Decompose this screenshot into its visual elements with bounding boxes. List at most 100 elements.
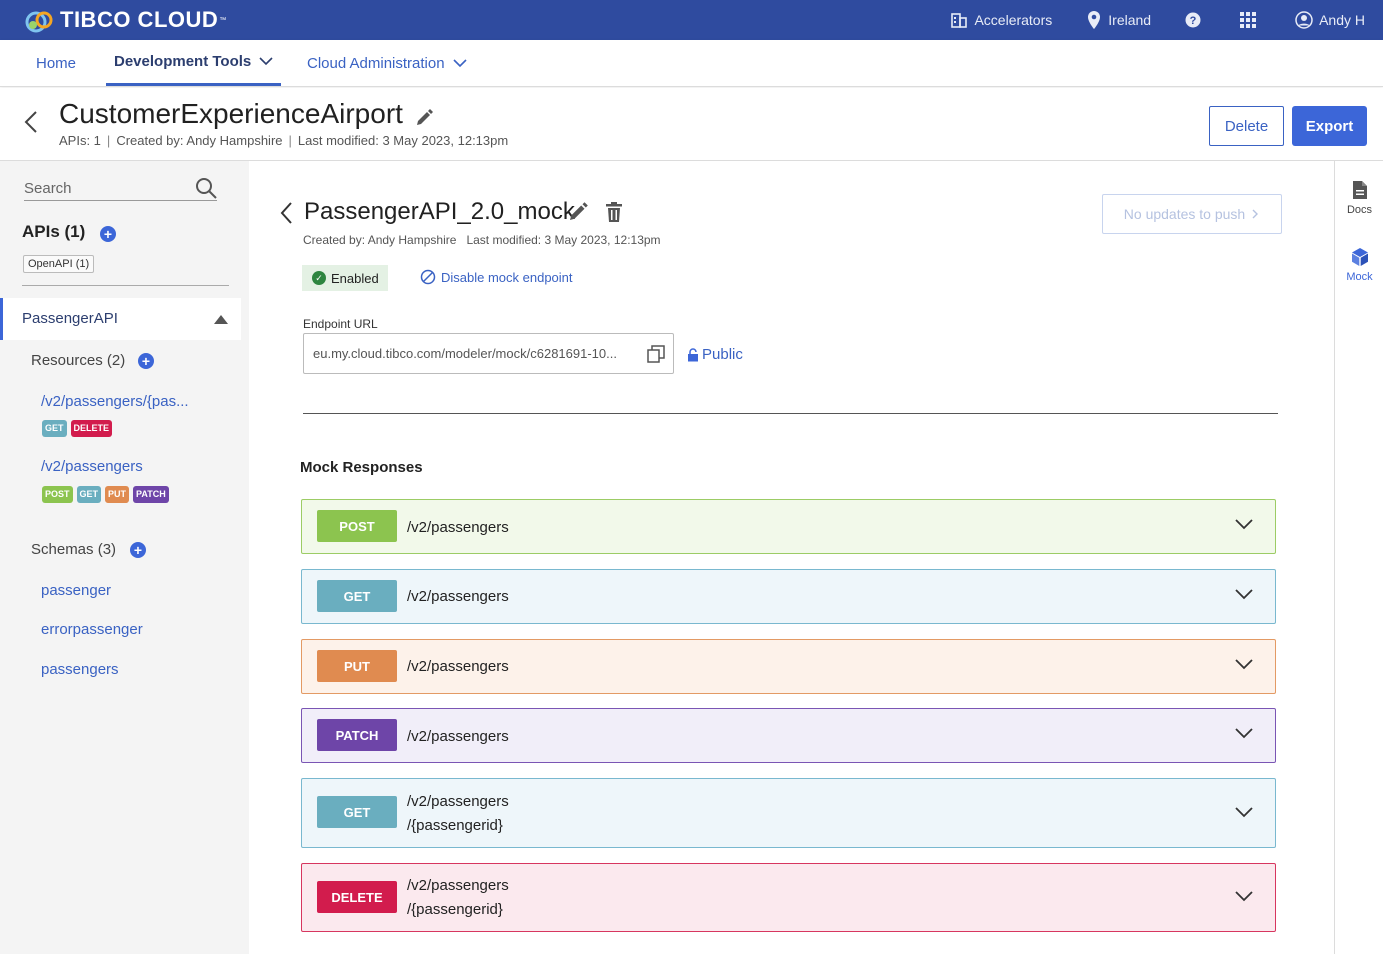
copy-icon[interactable] [647, 345, 665, 363]
response-path: /v2/passengers [407, 658, 509, 675]
endpoint-url-field[interactable]: eu.my.cloud.tibco.com/modeler/mock/c6281… [303, 333, 674, 374]
accelerators-link[interactable]: Accelerators [950, 11, 1052, 29]
push-updates-button[interactable]: No updates to push [1102, 194, 1282, 234]
collapse-caret-icon[interactable] [214, 315, 228, 324]
apis-count: APIs: 1 [59, 133, 101, 148]
pencil-icon[interactable] [414, 108, 434, 128]
plus-icon: + [133, 542, 143, 558]
method-badge-get: GET [317, 580, 397, 612]
disable-mock-endpoint-link[interactable]: Disable mock endpoint [420, 269, 573, 285]
disable-mock-endpoint-label: Disable mock endpoint [441, 269, 573, 285]
nav-cloud-administration[interactable]: Cloud Administration [307, 40, 467, 86]
section-divider [303, 413, 1278, 414]
schema-link[interactable]: passengers [41, 661, 119, 678]
app-launcher-button[interactable] [1239, 11, 1263, 29]
push-updates-label: No updates to push [1123, 206, 1246, 222]
building-icon [951, 13, 968, 28]
mock-response-row[interactable]: GET /v2/passengers /{passengerid} [301, 778, 1276, 848]
nav-development-tools[interactable]: Development Tools [106, 40, 282, 86]
nav-development-tools-label: Development Tools [114, 53, 252, 70]
schema-link[interactable]: passenger [41, 582, 111, 599]
accelerators-label: Accelerators [974, 12, 1053, 28]
chevron-down-icon[interactable] [1235, 589, 1253, 600]
user-avatar-icon [1295, 11, 1313, 29]
apis-heading: APIs (1) [22, 222, 86, 241]
method-badge-patch: PATCH [317, 719, 397, 751]
trash-icon[interactable] [605, 201, 623, 223]
rail-mock-label: Mock [1346, 271, 1373, 283]
top-bar: TIBCO CLOUD ™ Accelerators Ireland ? And… [0, 0, 1383, 40]
user-name: Andy H [1319, 12, 1365, 28]
svg-text:?: ? [1190, 15, 1197, 27]
region-selector[interactable]: Ireland [1086, 10, 1151, 30]
response-path-param: /{passengerid} [407, 901, 503, 918]
method-badge-put: PUT [317, 650, 397, 682]
response-path: /v2/passengers [407, 793, 509, 810]
response-path: /v2/passengers [407, 728, 509, 745]
right-rail: Docs Mock [1334, 161, 1383, 954]
nav-home[interactable]: Home [36, 40, 76, 86]
help-button[interactable]: ? [1185, 12, 1207, 28]
resource-link[interactable]: /v2/passengers [41, 458, 143, 475]
mock-last-modified: Last modified: 3 May 2023, 12:13pm [466, 233, 661, 247]
export-button[interactable]: Export [1292, 106, 1367, 146]
mock-response-row[interactable]: DELETE /v2/passengers /{passengerid} [301, 863, 1276, 932]
chevron-down-icon [259, 57, 273, 66]
resource-methods: GET DELETE [42, 420, 113, 437]
back-arrow-icon[interactable] [22, 110, 40, 134]
add-resource-button[interactable]: + [138, 353, 154, 369]
pencil-icon[interactable] [567, 201, 589, 223]
page-meta: APIs: 1 | Created by: Andy Hampshire | Last … [59, 133, 509, 148]
chevron-down-icon[interactable] [1235, 728, 1253, 739]
chevron-down-icon[interactable] [1235, 519, 1253, 530]
mock-panel: PassengerAPI_2.0_mock Created by: Andy H… [249, 161, 1334, 954]
delete-button[interactable]: Delete [1209, 106, 1284, 146]
help-icon: ? [1185, 12, 1201, 28]
rail-docs[interactable]: Docs [1335, 180, 1383, 216]
brand-name: TIBCO CLOUD [60, 7, 219, 32]
mock-responses-heading: Mock Responses [300, 459, 423, 476]
endpoint-url-value: eu.my.cloud.tibco.com/modeler/mock/c6281… [313, 346, 617, 361]
created-by: Created by: Andy Hampshire [116, 133, 283, 148]
main-nav: Home Development Tools Cloud Administrat… [0, 40, 1383, 87]
user-menu[interactable]: Andy H [1295, 11, 1365, 29]
public-visibility-link[interactable]: Public [687, 346, 743, 363]
check-circle-icon: ✓ [312, 271, 326, 285]
resource-methods: POST GET PUT PATCH [42, 486, 169, 503]
search-icon[interactable] [195, 177, 217, 199]
mock-meta: Created by: Andy Hampshire Last modified… [303, 233, 661, 247]
add-schema-button[interactable]: + [130, 542, 146, 558]
resources-heading: Resources (2) [31, 352, 126, 369]
schema-link[interactable]: errorpassenger [41, 621, 143, 638]
rail-mock[interactable]: Mock [1335, 247, 1383, 283]
back-arrow-icon[interactable] [279, 201, 295, 225]
response-path-param: /{passengerid} [407, 817, 503, 834]
search-input[interactable]: Search [24, 177, 217, 201]
tibco-cloud-logo[interactable]: TIBCO CLOUD ™ [24, 7, 226, 33]
schemas-heading: Schemas (3) [31, 541, 117, 558]
unlock-icon [688, 347, 698, 361]
add-api-button[interactable]: + [100, 226, 116, 242]
page-header: CustomerExperienceAirport APIs: 1 | Create… [0, 88, 1383, 161]
openapi-filter-chip[interactable]: OpenAPI (1) [23, 255, 95, 273]
sidebar: Search APIs (1) + OpenAPI (1) PassengerA… [0, 161, 249, 954]
chevron-down-icon[interactable] [1235, 807, 1253, 818]
api-name: PassengerAPI [22, 310, 118, 327]
chevron-down-icon[interactable] [1235, 659, 1253, 670]
method-badge-get: GET [317, 796, 397, 828]
last-modified: Last modified: 3 May 2023, 12:13pm [297, 133, 509, 148]
mock-response-row[interactable]: PUT /v2/passengers [301, 639, 1276, 694]
mock-response-row[interactable]: PATCH /v2/passengers [301, 708, 1276, 763]
method-badge-post: POST [317, 510, 397, 542]
chevron-down-icon[interactable] [1235, 891, 1253, 902]
mock-response-row[interactable]: GET /v2/passengers [301, 569, 1276, 624]
sidebar-item-passengerapi[interactable]: PassengerAPI [0, 298, 241, 340]
brand-trademark: ™ [219, 16, 227, 24]
mock-response-row[interactable]: POST /v2/passengers [301, 499, 1276, 554]
resource-link[interactable]: /v2/passengers/{pas... [41, 393, 189, 410]
rail-docs-label: Docs [1346, 204, 1373, 216]
method-tag-get: GET [42, 420, 67, 437]
method-tag-put: PUT [105, 486, 130, 503]
location-pin-icon [1088, 11, 1101, 29]
method-tag-delete: DELETE [70, 420, 113, 437]
